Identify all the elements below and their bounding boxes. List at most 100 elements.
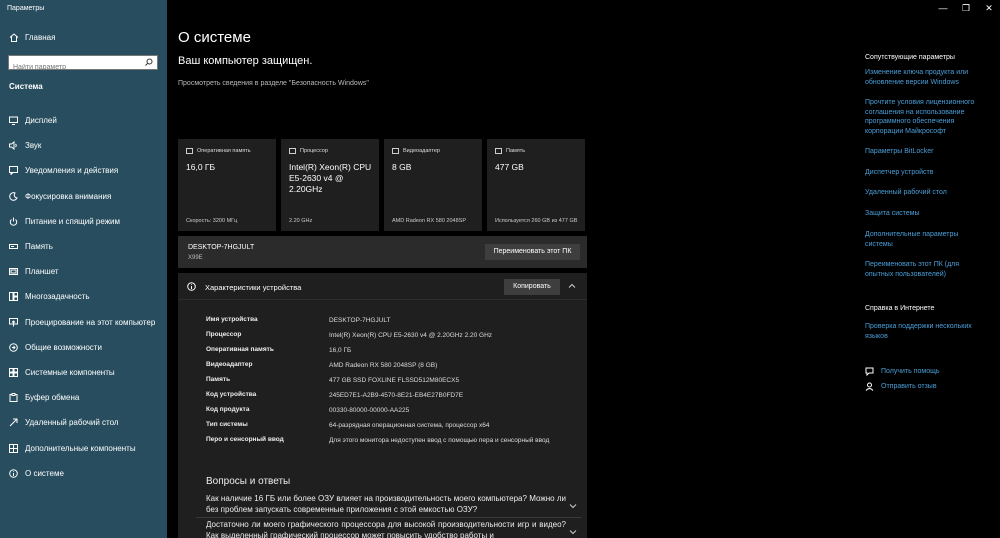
security-link[interactable]: Просмотреть сведения в разделе "Безопасн… [178, 79, 378, 89]
link-change-product-key[interactable]: Изменение ключа продукта или обновление … [865, 68, 985, 87]
home-icon [9, 33, 19, 42]
feedback-link[interactable]: Отправить отзыв [881, 382, 1000, 392]
rename-pc-button[interactable]: Переименовать этот ПК [485, 244, 580, 260]
card-gpu: Видеоадаптер 8 GB AMD Radeon RX 580 2048… [384, 139, 482, 231]
device-bar: DESKTOP-7HGJULT X99E Переименовать этот … [178, 236, 587, 268]
faq-section: Вопросы и ответы Как наличие 16 ГБ или б… [178, 468, 587, 538]
card-sub: Скорость: 3200 МГц [186, 218, 238, 224]
sidebar-item-tablet[interactable]: Планшет [0, 259, 167, 284]
link-remote-desktop[interactable]: Удаленный рабочий стол [865, 188, 985, 198]
chevron-up-icon[interactable] [567, 281, 577, 291]
help-title: Справка в Интернете [865, 305, 935, 312]
spec-value: 00330-80000-00000-AA225 [329, 407, 410, 414]
faq-divider [196, 517, 581, 518]
spec-label: Видеоадаптер [206, 361, 253, 368]
remote-desktop-icon [9, 418, 18, 427]
sidebar: Параметры Главная Система Дисплей Звук У… [0, 0, 167, 538]
spec-row: Тип системы 64-разрядная операционная сис… [206, 421, 574, 431]
sidebar-item-remote-desktop[interactable]: Удаленный рабочий стол [0, 410, 167, 435]
sidebar-item-label: Многозадачность [25, 292, 90, 302]
system-components-icon [9, 367, 18, 377]
sidebar-item-label: О системе [25, 468, 64, 478]
sidebar-item-power[interactable]: Питание и спящий режим [0, 209, 167, 234]
ram-icon [186, 148, 193, 154]
spec-value: 16,0 ГБ [329, 347, 352, 354]
sidebar-item-about[interactable]: О системе [0, 461, 167, 486]
sidebar-item-label: Общие возможности [25, 342, 102, 352]
link-license-terms[interactable]: Прочтите условия лицензионного соглашени… [865, 98, 985, 136]
home-label: Главная [25, 33, 56, 42]
card-header: Процессор [300, 148, 328, 154]
device-name: DESKTOP-7HGJULT [188, 244, 255, 251]
sidebar-item-label: Память [25, 242, 53, 252]
card-sub: AMD Radeon RX 580 2048SP [392, 218, 466, 224]
specs-header[interactable]: Характеристики устройства Копировать [178, 273, 587, 300]
sidebar-item-system-components[interactable]: Системные компоненты [0, 360, 167, 385]
spec-row: Процессор Intel(R) Xeon(R) CPU E5-2630 v4… [206, 331, 574, 341]
sidebar-item-focus[interactable]: Фокусировка внимания [0, 184, 167, 209]
search-input[interactable] [9, 61, 139, 74]
device-model: X99E [188, 255, 203, 261]
home-link[interactable]: Главная [9, 33, 55, 42]
card-value: 477 GB [495, 162, 524, 172]
section-title: Система [9, 82, 43, 91]
sidebar-item-shared[interactable]: Общие возможности [0, 335, 167, 360]
sidebar-item-clipboard[interactable]: Буфер обмена [0, 385, 167, 410]
device-specs: Характеристики устройства Копировать Имя… [178, 273, 587, 468]
card-value: 8 GB [392, 162, 412, 172]
main-content: О системе Ваш компьютер защищен. Просмот… [167, 0, 847, 538]
window-title: Параметры [7, 5, 45, 12]
chevron-down-icon[interactable] [568, 502, 578, 510]
sidebar-item-multitasking[interactable]: Многозадачность [0, 284, 167, 309]
spec-row: Имя устройства DESKTOP-7HGJULT [206, 316, 574, 326]
sidebar-item-label: Уведомления и действия [25, 166, 119, 176]
chevron-down-icon[interactable] [568, 528, 578, 536]
copy-button[interactable]: Копировать [504, 279, 560, 295]
sidebar-item-label: Удаленный рабочий стол [25, 418, 119, 428]
sidebar-item-projecting[interactable]: Проецирование на этот компьютер [0, 310, 167, 335]
faq-title: Вопросы и ответы [206, 476, 291, 487]
sidebar-item-label: Фокусировка внимания [25, 191, 112, 201]
link-rename-pc-advanced[interactable]: Переименовать этот ПК (для опытных польз… [865, 260, 985, 279]
spec-row: Код устройства 245ED7E1-A2B9-4570-8E21-EB… [206, 391, 574, 401]
sidebar-item-label: Планшет [25, 267, 59, 277]
sidebar-item-label: Питание и спящий режим [25, 216, 121, 226]
search-box[interactable] [8, 55, 158, 74]
sidebar-item-sound[interactable]: Звук [0, 133, 167, 158]
sidebar-item-storage[interactable]: Память [0, 234, 167, 259]
spec-value: 245ED7E1-A2B9-4570-8E21-EB4E27B0FD7E [329, 392, 464, 399]
sidebar-item-label: Дополнительные компоненты [25, 443, 136, 453]
cpu-icon [289, 148, 296, 154]
sidebar-item-display[interactable]: Дисплей [0, 108, 167, 133]
link-advanced-system-settings[interactable]: Дополнительные параметры системы [865, 230, 985, 249]
card-sub: Используется 260 GB из 477 GB [495, 218, 578, 224]
sidebar-item-optional-features[interactable]: Дополнительные компоненты [0, 435, 167, 460]
card-sub: 2.20 GHz [289, 218, 313, 224]
feedback-icon [865, 382, 874, 391]
spec-label: Код продукта [206, 406, 250, 413]
spec-value: 477 GB SSD FOXLINE FLSSD512M80ECX5 [329, 377, 460, 384]
faq-question-gpu[interactable]: Достаточно ли моего графического процесс… [206, 519, 566, 538]
optional-features-icon [9, 443, 18, 453]
shared-experiences-icon [9, 342, 18, 352]
specs-title: Характеристики устройства [205, 283, 302, 292]
minimize-button[interactable]: — [936, 3, 950, 13]
spec-label: Процессор [206, 331, 242, 338]
link-system-protection[interactable]: Защита системы [865, 209, 985, 219]
spec-label: Оперативная память [206, 346, 274, 353]
spec-row: Видеоадаптер AMD Radeon RX 580 2048SP (8 … [206, 361, 574, 371]
projecting-icon [9, 317, 18, 327]
search-icon[interactable] [145, 58, 153, 66]
focus-icon [9, 191, 18, 201]
faq-question-ram[interactable]: Как наличие 16 ГБ или более ОЗУ влияет н… [206, 493, 566, 515]
sidebar-item-notifications[interactable]: Уведомления и действия [0, 158, 167, 183]
link-language-support[interactable]: Проверка поддержки нескольких языков [865, 322, 985, 341]
close-button[interactable]: ✕ [982, 3, 996, 14]
link-bitlocker[interactable]: Параметры BitLocker [865, 147, 985, 157]
get-help-link[interactable]: Получить помощь [881, 367, 1000, 377]
spec-label: Тип системы [206, 421, 248, 428]
restore-button[interactable]: ❐ [959, 3, 973, 14]
card-cpu: Процессор Intel(R) Xeon(R) CPU E5-2630 v… [281, 139, 379, 231]
spec-row: Память 477 GB SSD FOXLINE FLSSD512M80ECX5 [206, 376, 574, 386]
link-device-manager[interactable]: Диспетчер устройств [865, 168, 985, 178]
